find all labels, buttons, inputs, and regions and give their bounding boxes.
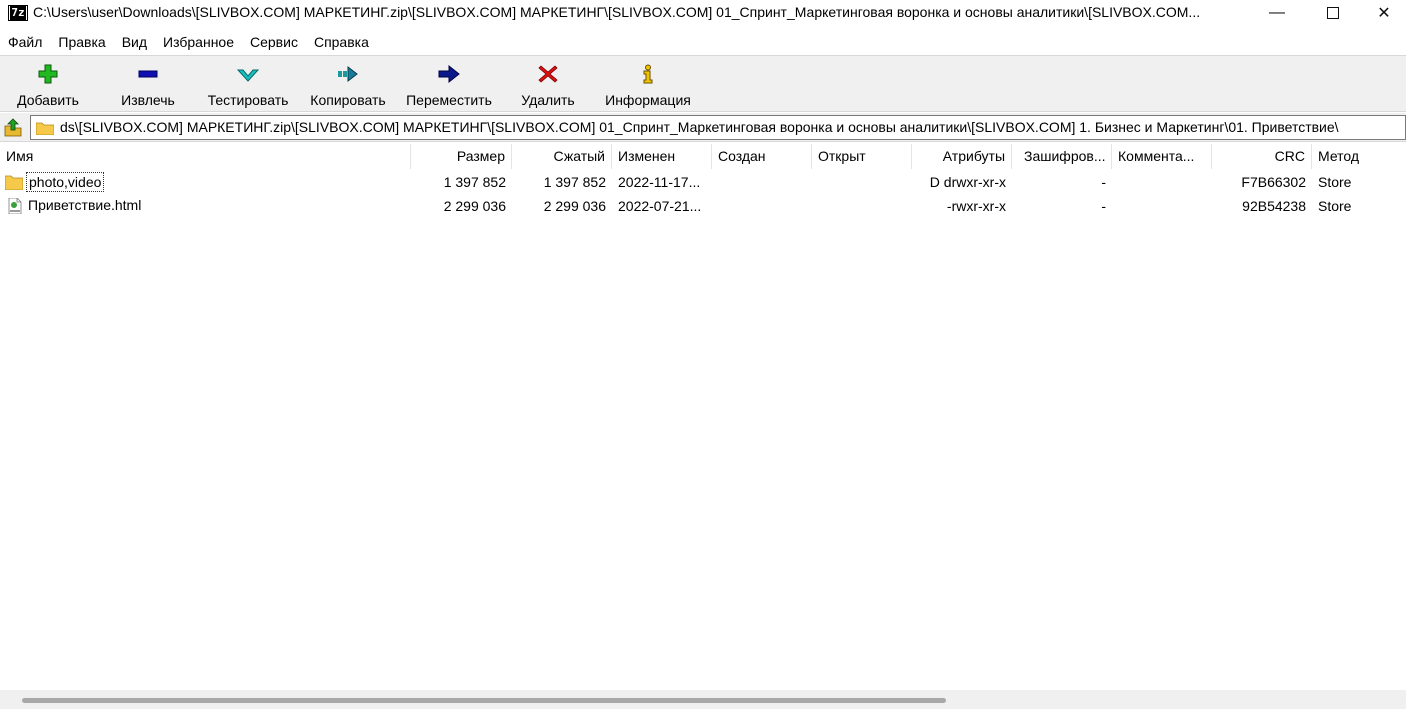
address-bar: ds\[SLIVBOX.COM] МАРКЕТИНГ.zip\[SLIVBOX.… — [0, 113, 1406, 142]
size-cell: 1 397 852 — [443, 174, 506, 190]
table-row[interactable]: Приветствие.html 2 299 036 2 299 036 202… — [0, 194, 1406, 218]
add-button[interactable]: Добавить — [8, 60, 88, 110]
up-folder-icon[interactable] — [3, 118, 23, 138]
scrollbar-thumb[interactable] — [22, 698, 946, 703]
move-button[interactable]: Переместить — [401, 60, 497, 110]
column-header-accessed[interactable]: Открыт — [812, 144, 912, 169]
column-header-modified[interactable]: Изменен — [612, 144, 712, 169]
menu-file[interactable]: Файл — [0, 30, 50, 54]
column-header-encrypted[interactable]: Зашифров... — [1012, 144, 1112, 169]
info-icon — [643, 64, 653, 84]
maximize-button[interactable] — [1304, 0, 1362, 26]
column-header-created[interactable]: Создан — [712, 144, 812, 169]
crc-cell: F7B66302 — [1241, 174, 1306, 190]
packed-cell: 1 397 852 — [543, 174, 606, 190]
info-button[interactable]: Информация — [600, 60, 696, 110]
folder-icon — [5, 175, 23, 190]
accessed-cell — [812, 194, 912, 218]
created-cell — [712, 194, 812, 218]
method-cell: Store — [1318, 198, 1352, 214]
copy-arrow-icon — [338, 65, 358, 83]
move-label: Переместить — [406, 92, 492, 108]
app-logo-icon: 7z — [8, 5, 28, 21]
path-input[interactable]: ds\[SLIVBOX.COM] МАРКЕТИНГ.zip\[SLIVBOX.… — [30, 115, 1406, 140]
created-cell — [712, 170, 812, 194]
crc-cell: 92B54238 — [1242, 198, 1306, 214]
delete-label: Удалить — [521, 92, 575, 108]
item-name: Приветствие.html — [28, 197, 142, 213]
test-button[interactable]: Тестировать — [203, 60, 293, 110]
check-icon — [237, 69, 259, 82]
delete-button[interactable]: Удалить — [514, 60, 582, 110]
extract-button[interactable]: Извлечь — [108, 60, 188, 110]
minimize-button[interactable]: — — [1248, 0, 1306, 26]
attributes-cell: -rwxr-xr-x — [946, 198, 1006, 214]
modified-cell: 2022-11-17... — [618, 174, 701, 190]
column-header-crc[interactable]: CRC — [1212, 144, 1312, 169]
name-cell[interactable]: photo,video — [4, 170, 410, 194]
accessed-cell — [812, 170, 912, 194]
extract-label: Извлечь — [121, 92, 175, 108]
path-text: ds\[SLIVBOX.COM] МАРКЕТИНГ.zip\[SLIVBOX.… — [60, 119, 1339, 135]
column-header-packed[interactable]: Сжатый — [512, 144, 612, 169]
name-cell[interactable]: Приветствие.html — [4, 194, 410, 218]
close-icon: ✕ — [1377, 5, 1391, 22]
minus-icon — [138, 70, 158, 78]
encrypted-cell: - — [1101, 174, 1106, 190]
attributes-cell: D drwxr-xr-x — [929, 174, 1006, 190]
column-header-name[interactable]: Имя — [0, 144, 411, 169]
info-label: Информация — [605, 92, 691, 108]
column-header-method[interactable]: Метод — [1312, 144, 1406, 169]
menu-view[interactable]: Вид — [114, 30, 155, 54]
copy-button[interactable]: Копировать — [304, 60, 392, 110]
folder-icon — [36, 122, 54, 135]
test-label: Тестировать — [207, 92, 289, 108]
html-file-icon — [8, 198, 22, 214]
menu-edit[interactable]: Правка — [50, 30, 113, 54]
add-label: Добавить — [17, 92, 79, 108]
menu-bar: Файл Правка Вид Избранное Сервис Справка — [0, 30, 1406, 54]
column-header-row: Имя Размер Сжатый Изменен Создан Открыт … — [0, 144, 1406, 169]
delete-x-icon — [538, 65, 558, 83]
menu-favorites[interactable]: Избранное — [155, 30, 242, 54]
toolbar: Добавить Извлечь Тестировать Копировать … — [0, 55, 1406, 112]
menu-tools[interactable]: Сервис — [242, 30, 306, 54]
title-bar: 7z C:\Users\user\Downloads\[SLIVBOX.COM]… — [0, 0, 1406, 26]
packed-cell: 2 299 036 — [543, 198, 606, 214]
comment-cell — [1112, 194, 1212, 218]
comment-cell — [1112, 170, 1212, 194]
horizontal-scrollbar[interactable] — [0, 690, 1406, 709]
item-name: photo,video — [26, 172, 105, 192]
maximize-icon — [1327, 7, 1339, 19]
size-cell: 2 299 036 — [443, 198, 506, 214]
table-row[interactable]: photo,video 1 397 852 1 397 852 2022-11-… — [0, 170, 1406, 194]
method-cell: Store — [1318, 174, 1352, 190]
copy-label: Копировать — [310, 92, 386, 108]
modified-cell: 2022-07-21... — [618, 198, 702, 214]
plus-icon — [38, 64, 58, 84]
column-header-attributes[interactable]: Атрибуты — [912, 144, 1012, 169]
column-header-comment[interactable]: Коммента... — [1112, 144, 1212, 169]
minimize-icon: — — [1269, 4, 1285, 21]
encrypted-cell: - — [1101, 198, 1106, 214]
close-button[interactable]: ✕ — [1362, 0, 1406, 26]
move-arrow-icon — [438, 64, 460, 84]
window-title: C:\Users\user\Downloads\[SLIVBOX.COM] МА… — [33, 4, 1201, 20]
menu-help[interactable]: Справка — [306, 30, 377, 54]
column-header-size[interactable]: Размер — [411, 144, 512, 169]
